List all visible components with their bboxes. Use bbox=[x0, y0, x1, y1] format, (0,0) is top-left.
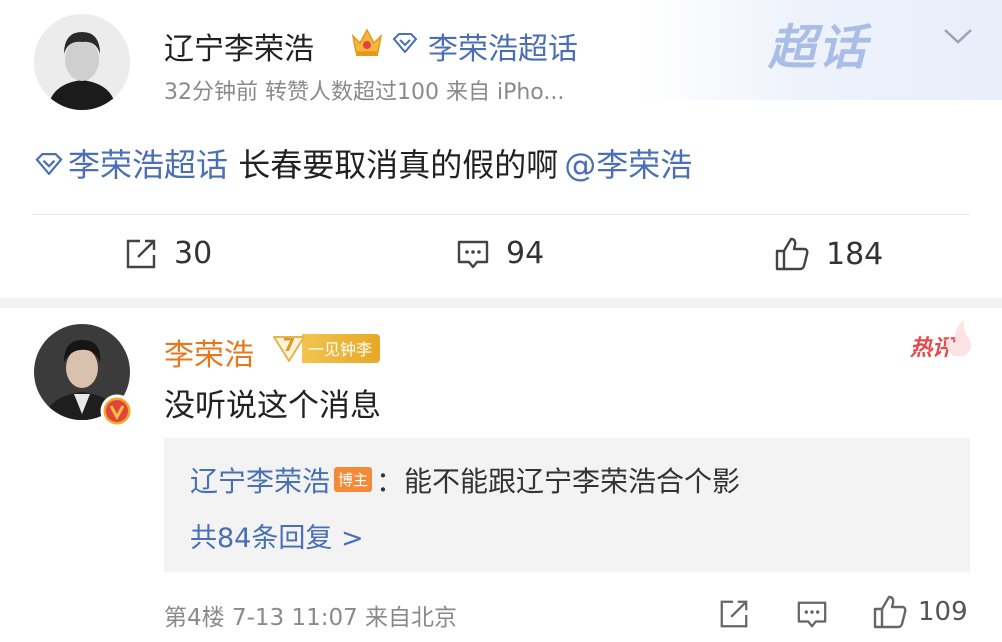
fan-level-icon: 7 bbox=[272, 333, 306, 363]
reply-text: ：能不能跟辽宁李荣浩合个影 bbox=[376, 465, 741, 498]
comment-like-button[interactable]: 109 bbox=[872, 594, 968, 630]
flame-icon bbox=[946, 320, 971, 356]
crown-icon bbox=[351, 28, 383, 56]
author-name[interactable]: 辽宁李荣浩 bbox=[164, 24, 314, 68]
supertopic-watermark-text: 超话 bbox=[768, 20, 869, 76]
fan-badge-label: 一见钟李 bbox=[302, 333, 381, 363]
comment-like-count: 109 bbox=[918, 597, 968, 627]
blogger-badge: 博主 bbox=[334, 466, 373, 492]
more-replies-link[interactable]: 共84条回复 > bbox=[190, 516, 364, 555]
supertopic-link[interactable]: 李荣浩超话 bbox=[428, 24, 578, 68]
content-topic-link[interactable]: 李荣浩超话 bbox=[68, 146, 228, 184]
post-meta: 32分钟前 转赞人数超过100 来自 iPho... bbox=[164, 80, 565, 105]
section-gap bbox=[0, 298, 1002, 308]
thumbs-up-icon bbox=[775, 237, 809, 271]
fan-badge[interactable]: 7 一见钟李 bbox=[272, 333, 381, 363]
comment-button[interactable]: 94 bbox=[456, 236, 544, 271]
chevron-down-icon[interactable] bbox=[942, 26, 974, 46]
repost-icon bbox=[126, 239, 156, 268]
repost-icon[interactable] bbox=[718, 598, 750, 630]
like-count: 184 bbox=[826, 236, 884, 272]
comment-meta: 第4楼 7-13 11:07 来自北京 bbox=[164, 605, 458, 631]
repost-count: 30 bbox=[174, 236, 213, 271]
reply-author[interactable]: 辽宁李荣浩 bbox=[190, 465, 330, 498]
reply-preview[interactable]: 辽宁李荣浩 博主 ：能不能跟辽宁李荣浩合个影 共84条回复 > bbox=[164, 438, 970, 572]
post-card: 超话 辽宁李荣浩 李荣浩超话 32分钟前 转赞人数超过100 来自 iPho..… bbox=[0, 0, 1002, 298]
post-content: 李荣浩超话 长春要取消真的假的啊 @李荣浩 bbox=[34, 140, 692, 186]
comment-icon bbox=[457, 240, 489, 268]
reply-line: 辽宁李荣浩 博主 ：能不能跟辽宁李荣浩合个影 bbox=[190, 460, 740, 500]
repost-button[interactable]: 30 bbox=[124, 236, 212, 271]
comment-text: 没听说这个消息 bbox=[164, 388, 381, 424]
verified-badge-icon bbox=[100, 394, 134, 428]
fan-level: 7 bbox=[282, 335, 296, 356]
like-button[interactable]: 184 bbox=[774, 236, 883, 272]
author-avatar[interactable] bbox=[34, 14, 130, 110]
content-text: 长春要取消真的假的啊 bbox=[228, 146, 559, 184]
supertopic-diamond-icon bbox=[35, 153, 63, 176]
comment-count: 94 bbox=[506, 236, 545, 271]
mention-link[interactable]: @李荣浩 bbox=[564, 146, 692, 184]
thumbs-up-icon bbox=[873, 595, 907, 629]
commenter-name[interactable]: 李荣浩 bbox=[164, 330, 254, 374]
supertopic-diamond-icon bbox=[392, 33, 418, 53]
divider bbox=[32, 214, 970, 215]
comment-icon[interactable] bbox=[796, 598, 828, 630]
